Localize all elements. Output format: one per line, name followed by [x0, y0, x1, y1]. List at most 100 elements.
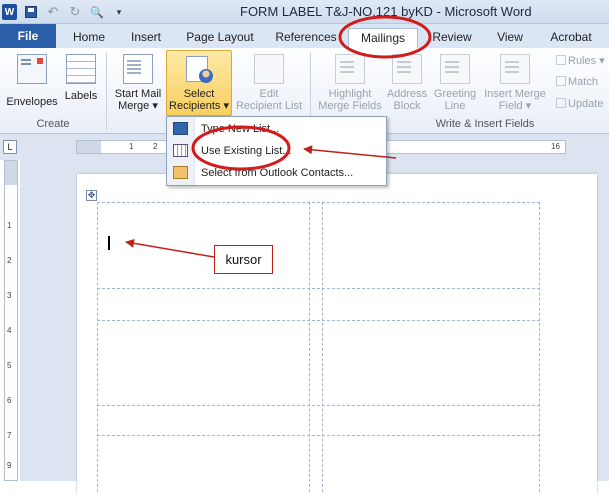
- document-area: ✥: [20, 160, 609, 494]
- menu-item-use-existing-list[interactable]: Use Existing List...: [167, 140, 386, 162]
- document-page[interactable]: ✥: [77, 174, 597, 494]
- start-mail-merge-line2: Merge ▾: [118, 100, 158, 112]
- table-gridline: [539, 202, 540, 492]
- labels-icon: [66, 54, 96, 84]
- vruler-label: 7: [7, 431, 12, 440]
- address-block-icon: [392, 54, 422, 84]
- update-labels-icon: [556, 98, 566, 108]
- envelopes-button[interactable]: Envelopes: [4, 54, 60, 108]
- edit-recipient-list-button[interactable]: Edit Recipient List: [234, 54, 304, 112]
- labels-label: Labels: [64, 90, 98, 102]
- greeting-line2: Line: [444, 100, 466, 112]
- edit-recipient-line1: Edit: [259, 88, 279, 100]
- edit-recipient-line2: Recipient List: [235, 100, 303, 112]
- highlight-line2: Merge Fields: [318, 100, 382, 112]
- new-list-icon: [173, 122, 188, 135]
- mail-merge-icon: [123, 54, 153, 84]
- ruler-tick-label: 2: [153, 142, 158, 151]
- select-recipients-button[interactable]: Select Recipients ▾: [166, 50, 232, 116]
- insert-merge-line2: Field ▾: [498, 100, 532, 112]
- tab-home[interactable]: Home: [66, 28, 112, 48]
- menu-item-select-outlook-contacts[interactable]: Select from Outlook Contacts...: [167, 162, 386, 184]
- table-gridline: [322, 202, 323, 492]
- table-gridline: [97, 405, 540, 406]
- table-gridline: [97, 320, 540, 321]
- vruler-label: 6: [7, 396, 12, 405]
- undo-icon[interactable]: ↶: [45, 4, 61, 20]
- rules-label: Rules ▾: [568, 55, 605, 67]
- quick-access-toolbar: W ↶ ↻ 🔍 ▾: [2, 3, 127, 21]
- ruler-tick-label: 1: [129, 142, 134, 151]
- update-labels-button[interactable]: Update: [556, 98, 603, 110]
- start-mail-merge-button[interactable]: Start Mail Merge ▾: [110, 54, 166, 112]
- insert-merge-field-button[interactable]: Insert Merge Field ▾: [480, 54, 550, 112]
- tab-mailings[interactable]: Mailings: [348, 28, 418, 48]
- insert-merge-line1: Insert Merge: [484, 88, 546, 100]
- rules-icon: [556, 55, 566, 65]
- vruler-label: 4: [7, 326, 12, 335]
- text-cursor: [108, 236, 110, 250]
- save-icon[interactable]: [23, 4, 39, 20]
- address-line2: Block: [393, 100, 421, 112]
- tab-review[interactable]: Review: [428, 28, 476, 48]
- update-label: Update: [568, 98, 604, 110]
- menu-item-label: Use Existing List...: [201, 145, 292, 157]
- ruler-margin: [77, 141, 101, 153]
- start-mail-merge-line1: Start Mail: [114, 88, 162, 100]
- menu-item-label: Select from Outlook Contacts...: [201, 167, 354, 179]
- highlight-line1: Highlight: [328, 88, 372, 100]
- tab-acrobat[interactable]: Acrobat: [542, 28, 600, 48]
- tab-insert[interactable]: Insert: [122, 28, 170, 48]
- select-recipients-menu: Type New List... Use Existing List... Se…: [166, 116, 387, 186]
- vertical-ruler[interactable]: 1 2 3 4 5 6 7 9: [4, 160, 18, 481]
- table-gridline: [97, 288, 540, 289]
- match-label: Match: [568, 76, 598, 88]
- tab-page-layout[interactable]: Page Layout: [180, 28, 260, 48]
- table-gridline: [309, 202, 310, 492]
- highlight-merge-fields-button[interactable]: Highlight Merge Fields: [316, 54, 384, 112]
- tab-file[interactable]: File: [0, 24, 56, 48]
- create-group-label: Create: [36, 118, 70, 130]
- ribbon-tabs: File Home Insert Page Layout References …: [0, 24, 609, 48]
- vruler-label: 5: [7, 361, 12, 370]
- table-gridline: [97, 202, 540, 203]
- tab-view[interactable]: View: [488, 28, 532, 48]
- address-block-button[interactable]: Address Block: [384, 54, 430, 112]
- word-app-icon[interactable]: W: [2, 4, 17, 20]
- labels-button[interactable]: Labels: [62, 54, 100, 102]
- existing-list-icon: [173, 144, 188, 157]
- insert-merge-field-icon: [500, 54, 530, 84]
- vertical-ruler-margin: [5, 161, 17, 185]
- ruler-tick-label: 16: [551, 142, 560, 151]
- greeting-line-icon: [440, 54, 470, 84]
- label-table[interactable]: [97, 202, 540, 492]
- tab-references[interactable]: References: [268, 28, 344, 48]
- rules-button[interactable]: Rules ▾: [556, 54, 605, 67]
- kursor-callout: kursor: [214, 245, 273, 274]
- match-fields-icon: [556, 76, 566, 86]
- outlook-contacts-icon: [173, 166, 188, 179]
- match-fields-button[interactable]: Match: [556, 76, 598, 88]
- vruler-label: 2: [7, 256, 12, 265]
- print-preview-icon[interactable]: 🔍: [89, 4, 105, 20]
- select-recipients-line1: Select: [183, 88, 215, 100]
- table-gridline: [97, 202, 98, 492]
- table-gridline: [97, 435, 540, 436]
- group-separator: [106, 52, 107, 130]
- envelope-icon: [17, 54, 47, 84]
- customize-toolbar-icon[interactable]: ▾: [111, 4, 127, 20]
- redo-icon[interactable]: ↻: [67, 4, 83, 20]
- title-bar: W ↶ ↻ 🔍 ▾ FORM LABEL T&J-NO.121 byKD - M…: [0, 0, 609, 24]
- edit-list-icon: [254, 54, 284, 84]
- menu-item-label: Type New List...: [201, 123, 280, 135]
- vruler-label: 9: [7, 461, 12, 470]
- select-recipients-line2: Recipients ▾: [169, 100, 229, 112]
- menu-item-type-new-list[interactable]: Type New List...: [167, 118, 386, 140]
- window-title: FORM LABEL T&J-NO.121 byKD - Microsoft W…: [240, 4, 532, 19]
- write-insert-group-label: Write & Insert Fields: [435, 118, 535, 130]
- vruler-label: 3: [7, 291, 12, 300]
- greeting-line-button[interactable]: Greeting Line: [430, 54, 480, 112]
- table-move-handle-icon[interactable]: ✥: [86, 190, 97, 201]
- greeting-line1: Greeting: [433, 88, 477, 100]
- tab-selector-icon[interactable]: L: [3, 140, 17, 154]
